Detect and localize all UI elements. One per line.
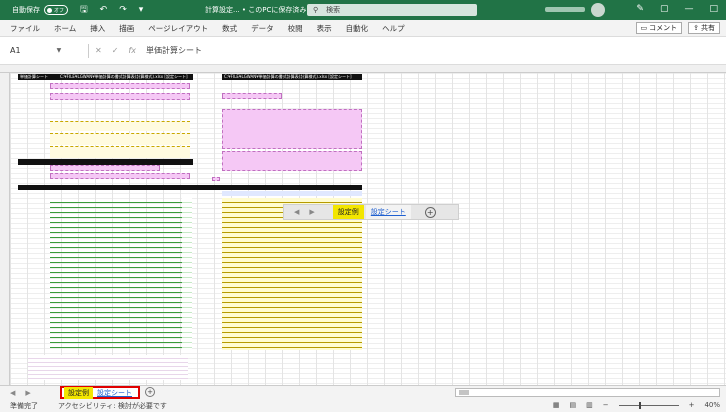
sheet-tab-settings[interactable]: 設定シート <box>93 387 136 399</box>
sheet-tabs-highlight: 設定例 設定シート <box>60 386 140 399</box>
sheet-tab-example[interactable]: 設定例 <box>332 205 364 219</box>
tab-view[interactable]: 表示 <box>317 23 332 34</box>
ribbon-display-icon[interactable]: ▢ <box>660 4 669 14</box>
tab-insert[interactable]: 挿入 <box>90 23 105 34</box>
tab-home[interactable]: ホーム <box>54 23 76 34</box>
autosave-toggle[interactable]: オフ <box>44 5 68 15</box>
search-box[interactable]: ⚲ 検索 <box>307 4 477 16</box>
note-marker <box>212 177 220 181</box>
avatar[interactable] <box>591 3 605 17</box>
customize-toolbar-icon[interactable]: ▾ <box>139 5 144 15</box>
horizontal-scrollbar[interactable] <box>455 388 720 397</box>
share-button[interactable]: ⇪ 共有 <box>688 22 720 34</box>
input-field[interactable] <box>50 146 190 158</box>
document-title[interactable]: 計算設定... • このPCに保存済み <box>205 5 306 15</box>
minimize-button[interactable]: — <box>684 4 693 14</box>
input-field[interactable] <box>50 83 190 89</box>
search-placeholder: 検索 <box>326 6 341 14</box>
title-bar: 自動保存 オフ 🖫 ↶ ↷ ▾ 計算設定... • このPCに保存済み ⚲ 検索… <box>0 0 726 20</box>
chevron-down-icon: ▼ <box>56 47 62 54</box>
page-break-icon[interactable]: ▥ <box>586 401 593 409</box>
floating-sheet-tabs: ◀ ▶ 設定例 設定シート + <box>283 204 459 220</box>
confirm-icon[interactable]: ✓ <box>112 46 119 55</box>
insert-function-icon[interactable]: fx <box>128 46 136 55</box>
sheet-tab-settings[interactable]: 設定シート <box>365 205 411 219</box>
save-icon[interactable]: 🖫 <box>80 2 88 18</box>
pen-icon[interactable]: ✎ <box>636 4 644 14</box>
prev-sheet-icon[interactable]: ◀ <box>10 389 15 397</box>
input-field[interactable] <box>222 93 282 99</box>
formula-input[interactable]: 単価計算シート <box>146 45 202 56</box>
input-field[interactable] <box>50 173 190 179</box>
tab-help[interactable]: ヘルプ <box>382 23 405 34</box>
comments-button[interactable]: ▭ コメント <box>635 22 683 34</box>
undo-icon[interactable]: ↶ <box>100 5 108 15</box>
comment-icon: ▭ <box>640 24 648 32</box>
user-name[interactable] <box>545 7 585 12</box>
data-column[interactable] <box>182 198 192 350</box>
window-controls: ✎ ▢ — □ <box>636 4 718 14</box>
prev-sheet-icon[interactable]: ◀ <box>294 208 299 216</box>
next-sheet-icon[interactable]: ▶ <box>25 389 30 397</box>
tab-page-layout[interactable]: ページレイアウト <box>148 23 208 34</box>
name-box[interactable]: A1 ▼ <box>10 44 82 58</box>
input-field[interactable] <box>50 121 190 131</box>
zoom-out-button[interactable]: − <box>603 401 609 409</box>
tab-data[interactable]: データ <box>251 23 274 34</box>
input-area-pink[interactable] <box>222 151 362 171</box>
add-sheet-button[interactable]: + <box>424 206 436 218</box>
tab-automate[interactable]: 自動化 <box>346 23 369 34</box>
column-headers[interactable] <box>0 65 726 73</box>
left-title-bar: C:¥FILE¥LGWAN¥単価計算の書式計算表(計算様式).xlsx [設定シ… <box>58 74 193 80</box>
tab-formulas[interactable]: 数式 <box>222 23 237 34</box>
notes-area <box>28 355 188 380</box>
sheet-tab-example[interactable]: 設定例 <box>64 386 93 399</box>
accessibility-status[interactable]: アクセシビリティ: 検討が必要です <box>58 401 167 411</box>
status-ready: 準備完了 <box>10 401 38 410</box>
formula-bar: A1 ▼ ✕ ✓ fx 単価計算シート <box>0 37 726 65</box>
normal-view-icon[interactable]: ▦ <box>553 401 560 409</box>
page-layout-icon[interactable]: ▤ <box>569 401 576 409</box>
input-field[interactable] <box>50 165 160 171</box>
tab-file[interactable]: ファイル <box>10 23 40 34</box>
section-bar <box>190 185 362 190</box>
data-area-green[interactable] <box>50 198 190 350</box>
tab-draw[interactable]: 描画 <box>119 23 134 34</box>
data-area-yellow[interactable] <box>222 198 362 350</box>
autosave-label: 自動保存 <box>12 6 40 14</box>
section-bar <box>18 185 198 190</box>
tab-review[interactable]: 校閲 <box>288 23 303 34</box>
cancel-icon[interactable]: ✕ <box>95 46 102 55</box>
next-sheet-icon[interactable]: ▶ <box>309 208 314 216</box>
ribbon-tabs: ファイル ホーム 挿入 描画 ページレイアウト 数式 データ 校閲 表示 自動化… <box>0 20 726 37</box>
input-field[interactable] <box>50 133 190 145</box>
input-area-pink[interactable] <box>222 109 362 149</box>
input-field[interactable] <box>50 93 190 100</box>
right-title-bar: C:¥FILE¥LGWAN¥単価計算の書式計算表(計算様式).xlsx [設定シ… <box>222 74 362 80</box>
zoom-slider[interactable] <box>618 401 679 409</box>
header-cell <box>222 191 362 196</box>
row-headers[interactable] <box>0 73 10 385</box>
search-icon: ⚲ <box>313 6 319 14</box>
sheet-header-label: 単価計算シート <box>18 74 58 80</box>
add-sheet-button[interactable]: + <box>145 387 155 397</box>
maximize-button[interactable]: □ <box>709 4 718 14</box>
zoom-in-button[interactable]: + <box>689 401 695 409</box>
redo-icon[interactable]: ↷ <box>119 5 127 15</box>
status-bar: 準備完了 アクセシビリティ: 検討が必要です ▦ ▤ ▥ − + 40% <box>0 399 726 412</box>
sheet-tab-bar: ◀ ▶ 設定例 設定シート + <box>0 385 726 399</box>
zoom-level[interactable]: 40% <box>704 401 720 409</box>
share-icon: ⇪ <box>693 24 699 32</box>
worksheet-grid[interactable]: 単価計算シート C:¥FILE¥LGWAN¥単価計算の書式計算表(計算様式).x… <box>10 73 726 385</box>
